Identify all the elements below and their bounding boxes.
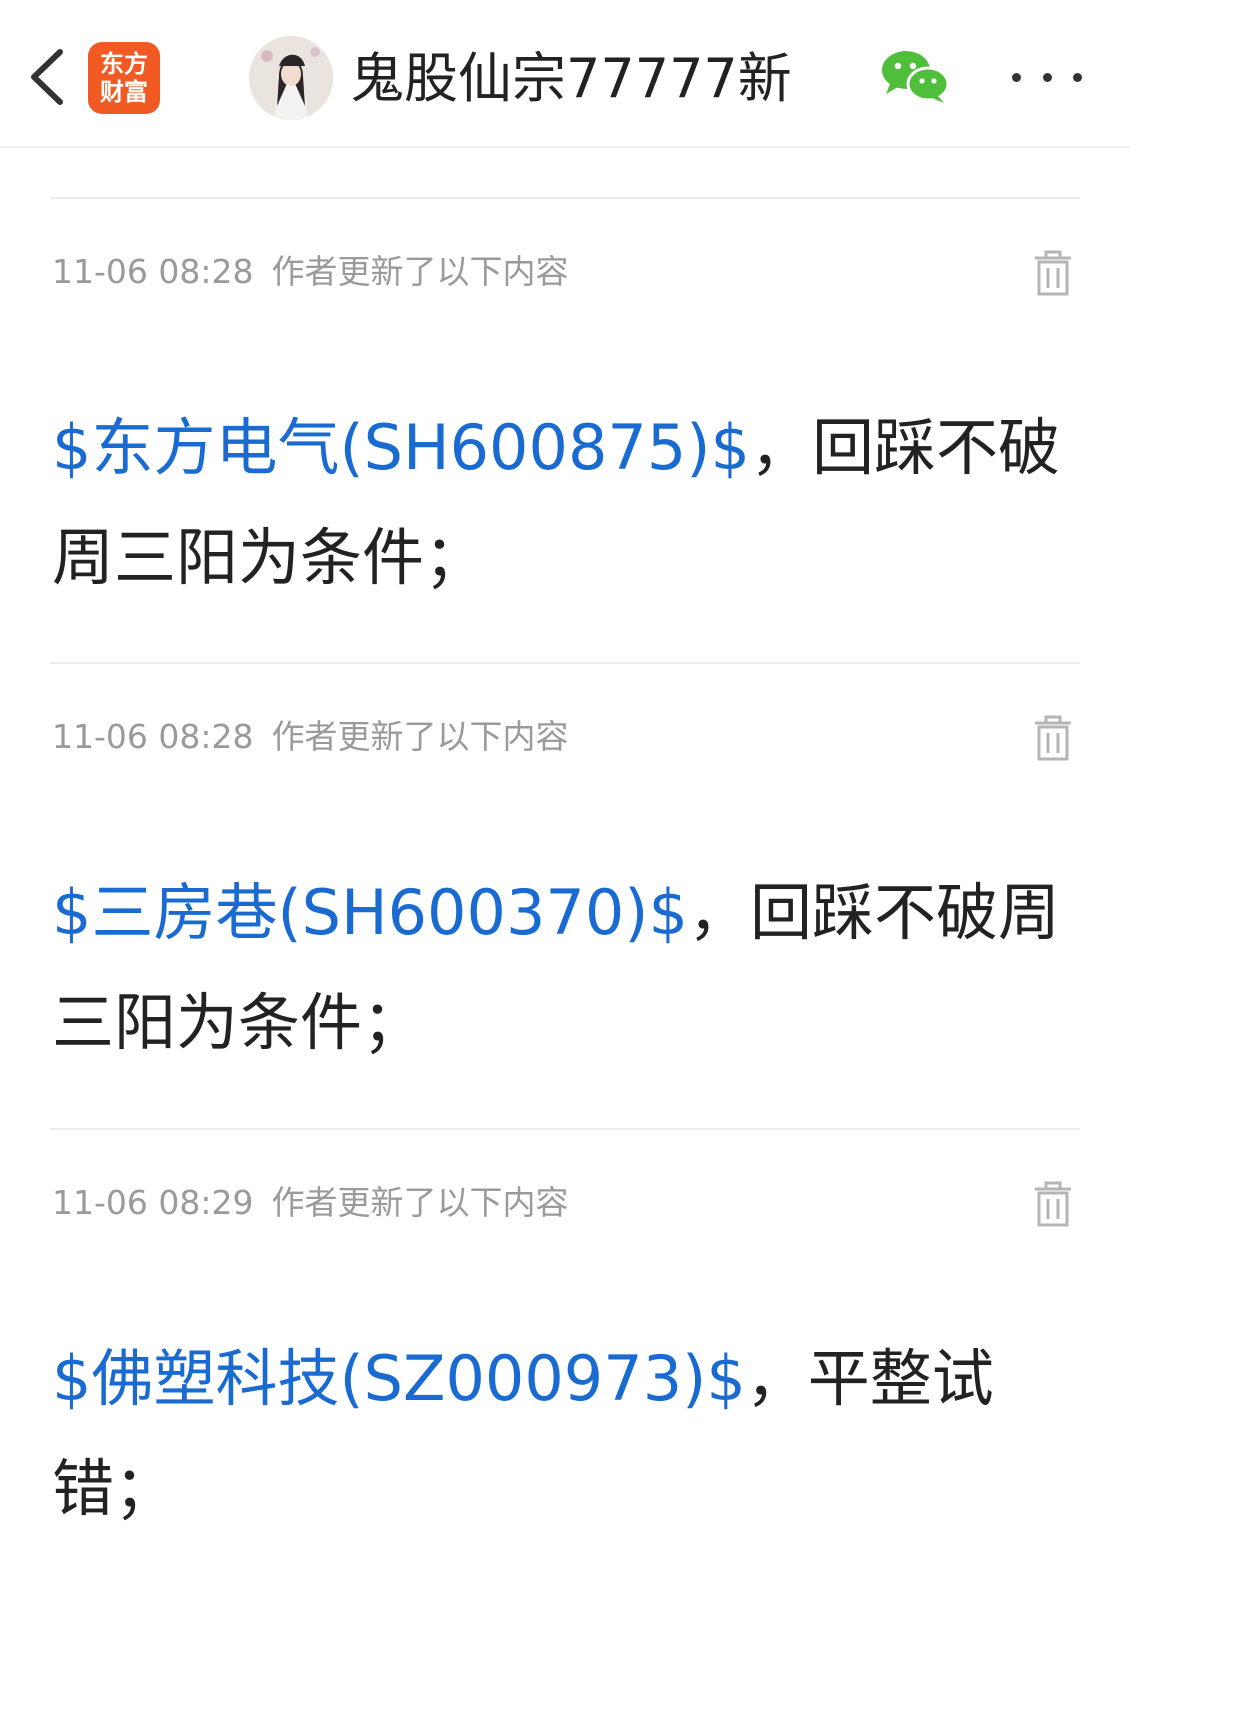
more-dot [1073,72,1082,82]
update-time: 11-06 08:29 [52,1183,254,1222]
section-divider [50,1128,1080,1130]
post-content: $东方电气(SH600875)$，回踩不破周三阳为条件； [52,393,1082,613]
wechat-icon[interactable] [880,48,950,104]
post-content: $佛塑科技(SZ000973)$，平整试错； [52,1324,1012,1544]
user-name: 鬼股仙宗77777新 [350,47,792,110]
top-bar: 东方 财富 鬼股仙宗77777新 [0,0,1130,148]
update-meta: 11-06 08:28 作者更新了以下内容 [52,252,568,292]
stock-link[interactable]: $佛塑科技(SZ000973)$ [52,1342,746,1415]
post-content: $三房巷(SH600370)$，回踩不破周三阳为条件； [52,858,1082,1078]
update-label: 作者更新了以下内容 [271,1183,569,1222]
app-logo[interactable]: 东方 财富 [88,42,160,114]
stock-link[interactable]: $三房巷(SH600370)$ [52,876,688,949]
update-label: 作者更新了以下内容 [271,717,569,756]
update-meta: 11-06 08:29 作者更新了以下内容 [52,1183,568,1223]
stock-link[interactable]: $东方电气(SH600875)$ [52,411,750,484]
update-time: 11-06 08:28 [52,252,254,291]
section-divider [50,197,1080,199]
trash-icon[interactable] [1033,715,1073,761]
avatar[interactable] [249,36,333,120]
logo-line-1: 东方 [100,50,148,78]
logo-line-2: 财富 [100,78,148,106]
update-time: 11-06 08:28 [52,717,254,756]
update-meta: 11-06 08:28 作者更新了以下内容 [52,717,568,757]
more-dot [1012,72,1021,82]
trash-icon[interactable] [1033,1181,1073,1227]
trash-icon[interactable] [1033,250,1073,296]
avatar-image [249,36,333,120]
more-options-icon[interactable] [1012,60,1082,94]
section-divider [50,662,1080,664]
more-dot [1042,72,1052,82]
update-label: 作者更新了以下内容 [271,252,569,291]
chevron-left-icon[interactable] [22,44,70,110]
